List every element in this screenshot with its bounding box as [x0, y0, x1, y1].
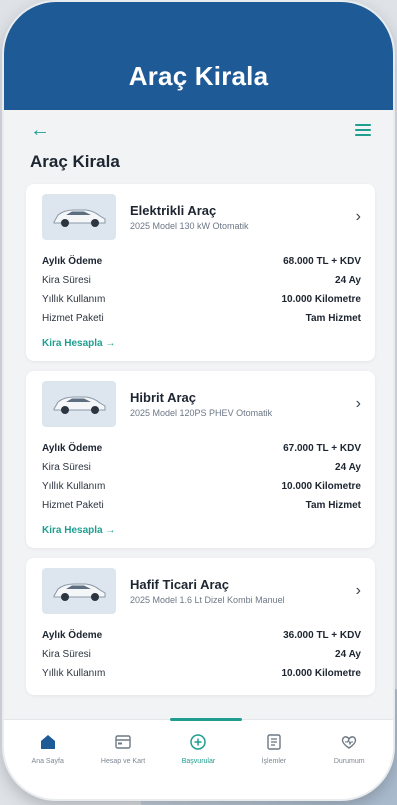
bottom-navigation: Ana Sayfa Hesap ve Kart Başvurular İşlem… [4, 718, 393, 799]
main-content[interactable]: ← Araç Kirala Elektrikli Araç 2025 Model… [4, 110, 393, 719]
detail-value: 10.000 Kilometre [281, 668, 362, 679]
card-icon [114, 732, 132, 752]
nav-item-account-card[interactable]: Hesap ve Kart [91, 732, 155, 765]
detail-row: Aylık Ödeme 36.000 TL + KDV [42, 626, 361, 645]
card-details: Aylık Ödeme 36.000 TL + KDV Kira Süresi … [42, 626, 361, 683]
nav-label: Başvurular [181, 758, 216, 765]
nav-item-home[interactable]: Ana Sayfa [16, 732, 80, 765]
detail-label: Yıllık Kullanım [42, 294, 106, 305]
chevron-right-icon[interactable]: › [356, 582, 361, 600]
detail-row: Yıllık Kullanım 10.000 Kilometre [42, 477, 361, 496]
car-icon [53, 209, 106, 227]
detail-value: 10.000 Kilometre [281, 294, 362, 305]
detail-value: 68.000 TL + KDV [283, 256, 361, 267]
detail-row: Aylık Ödeme 67.000 TL + KDV [42, 439, 361, 458]
detail-value: 36.000 TL + KDV [283, 630, 361, 641]
detail-row: Yıllık Kullanım 10.000 Kilometre [42, 290, 361, 309]
chevron-right-icon[interactable]: › [356, 208, 361, 226]
detail-label: Aylık Ödeme [42, 256, 103, 267]
detail-value: 24 Ay [335, 275, 361, 286]
detail-row: Aylık Ödeme 68.000 TL + KDV [42, 252, 361, 271]
card-header[interactable]: Elektrikli Araç 2025 Model 130 kW Otomat… [42, 194, 361, 240]
card-subtitle: 2025 Model 130 kW Otomatik [130, 221, 249, 231]
phone-screen: Araç Kirala ← Araç Kirala Elektrikli Ara… [4, 2, 393, 799]
detail-value: 67.000 TL + KDV [283, 443, 361, 454]
card-header[interactable]: Hafif Ticari Araç 2025 Model 1.6 Lt Dize… [42, 568, 361, 614]
detail-label: Kira Süresi [42, 649, 91, 660]
detail-row: Hizmet Paketi Tam Hizmet [42, 496, 361, 515]
detail-label: Hizmet Paketi [42, 500, 104, 511]
detail-value: 24 Ay [335, 649, 361, 660]
heart-icon [340, 732, 358, 752]
detail-value: 24 Ay [335, 462, 361, 473]
detail-label: Kira Süresi [42, 275, 91, 286]
detail-label: Hizmet Paketi [42, 313, 104, 324]
nav-item-status[interactable]: Durumum [317, 732, 381, 765]
vehicle-card-electric[interactable]: Elektrikli Araç 2025 Model 130 kW Otomat… [26, 184, 375, 361]
nav-label: İşlemler [261, 758, 287, 765]
app-header-title: Araç Kirala [128, 61, 269, 91]
nav-label: Ana Sayfa [31, 758, 64, 765]
home-icon [39, 732, 57, 752]
nav-label: Durumum [333, 758, 365, 765]
detail-label: Aylık Ödeme [42, 630, 103, 641]
page-title: Araç Kirala [30, 152, 120, 171]
list-icon [265, 732, 283, 752]
car-icon [53, 396, 106, 414]
nav-row: ← [4, 110, 393, 150]
card-subtitle: 2025 Model 120PS PHEV Otomatik [130, 408, 273, 418]
calculate-rent-link[interactable]: Kira Hesapla → [42, 525, 361, 536]
nav-label: Hesap ve Kart [100, 758, 146, 765]
car-image [42, 381, 116, 427]
car-icon [53, 583, 106, 601]
card-header[interactable]: Hibrit Araç 2025 Model 120PS PHEV Otomat… [42, 381, 361, 427]
card-titles: Hibrit Araç 2025 Model 120PS PHEV Otomat… [130, 390, 348, 418]
card-titles: Elektrikli Araç 2025 Model 130 kW Otomat… [130, 203, 348, 231]
detail-value: 10.000 Kilometre [281, 481, 362, 492]
vehicle-card-light-commercial[interactable]: Hafif Ticari Araç 2025 Model 1.6 Lt Dize… [26, 558, 375, 695]
filter-icon[interactable] [355, 124, 371, 136]
card-details: Aylık Ödeme 67.000 TL + KDV Kira Süresi … [42, 439, 361, 515]
detail-row: Kira Süresi 24 Ay [42, 458, 361, 477]
app-header: Araç Kirala [4, 2, 393, 110]
car-image [42, 194, 116, 240]
card-name: Hafif Ticari Araç [130, 577, 229, 592]
detail-row: Kira Süresi 24 Ay [42, 645, 361, 664]
card-titles: Hafif Ticari Araç 2025 Model 1.6 Lt Dize… [130, 577, 348, 605]
car-image [42, 568, 116, 614]
card-name: Elektrikli Araç [130, 203, 217, 218]
detail-label: Kira Süresi [42, 462, 91, 473]
detail-label: Yıllık Kullanım [42, 481, 106, 492]
card-subtitle: 2025 Model 1.6 Lt Dizel Kombi Manuel [130, 595, 285, 605]
nav-item-applications[interactable]: Başvurular [166, 732, 230, 765]
active-tab-indicator [170, 718, 242, 721]
chevron-right-icon[interactable]: › [356, 395, 361, 413]
vehicle-card-hybrid[interactable]: Hibrit Araç 2025 Model 120PS PHEV Otomat… [26, 371, 375, 548]
detail-row: Yıllık Kullanım 10.000 Kilometre [42, 664, 361, 683]
detail-value: Tam Hizmet [305, 313, 361, 324]
detail-value: Tam Hizmet [305, 500, 361, 511]
detail-label: Aylık Ödeme [42, 443, 103, 454]
plus-circle-icon [189, 732, 207, 752]
detail-label: Yıllık Kullanım [42, 668, 106, 679]
card-name: Hibrit Araç [130, 390, 196, 405]
detail-row: Hizmet Paketi Tam Hizmet [42, 309, 361, 328]
card-details: Aylık Ödeme 68.000 TL + KDV Kira Süresi … [42, 252, 361, 328]
back-arrow-icon[interactable]: ← [30, 120, 50, 140]
calculate-rent-link[interactable]: Kira Hesapla → [42, 338, 361, 349]
nav-item-transactions[interactable]: İşlemler [242, 732, 306, 765]
detail-row: Kira Süresi 24 Ay [42, 271, 361, 290]
